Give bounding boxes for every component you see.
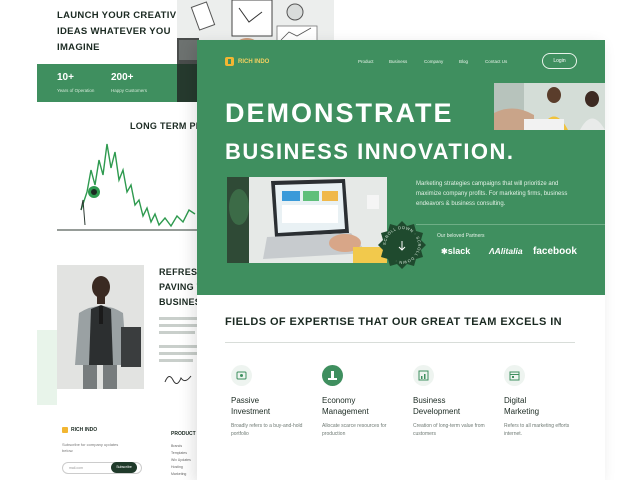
hero-title-line1: DEMONSTRATE	[225, 98, 454, 128]
bank-icon	[322, 365, 343, 386]
team-photo	[494, 83, 605, 130]
brand-name: RICH INDO	[238, 58, 270, 65]
login-button[interactable]: Login	[542, 53, 577, 69]
partners-label: Our beloved Partners	[437, 233, 485, 239]
money-icon	[231, 365, 252, 386]
stat-value: 200+	[111, 72, 134, 83]
section-divider	[225, 342, 575, 343]
slack-icon: ✱	[441, 247, 448, 256]
partner-slack: ✱slack	[441, 246, 470, 256]
expertise-card-passive-investment[interactable]: Passive Investment Broadly refers to a b…	[227, 365, 307, 460]
calendar-icon	[504, 365, 525, 386]
hero-section: RICH INDO Product Business Company Blog …	[197, 40, 605, 295]
card-title: Economy Management	[322, 395, 369, 417]
nav-logo[interactable]: RICH INDO	[225, 57, 269, 66]
para-line	[159, 317, 197, 320]
light-green-block	[37, 330, 57, 410]
footer-link[interactable]: Marketing	[171, 472, 186, 476]
footer-link[interactable]: Hosting	[171, 465, 183, 469]
para-line	[159, 324, 197, 327]
card-title-line: Passive	[231, 396, 260, 405]
para-line	[159, 352, 197, 355]
para-line	[159, 359, 193, 362]
partner-name: slack	[447, 246, 471, 256]
card-title: Passive Investment	[231, 395, 270, 417]
expertise-card-digital-marketing[interactable]: Digital Marketing Refers to all marketin…	[500, 365, 580, 460]
nav-blog[interactable]: Blog	[459, 59, 468, 64]
laptop-photo	[227, 177, 387, 263]
card-title-line: Digital	[504, 396, 527, 405]
fields-title: FIELDS OF EXPERTISE THAT OUR GREAT TEAM …	[225, 316, 562, 328]
expertise-card-economy-management[interactable]: Economy Management Allocate scarce resou…	[318, 365, 398, 460]
card-title-line: Marketing	[504, 407, 540, 416]
nav-company[interactable]: Company	[424, 59, 443, 64]
nav-product[interactable]: Product	[358, 59, 374, 64]
subscribe-button[interactable]: Subscribe	[111, 462, 137, 473]
partner-facebook: facebook	[533, 246, 577, 257]
card-description: Refers to all marketing efforts internet…	[504, 423, 570, 437]
card-title-line: Economy	[322, 396, 356, 405]
team-photo-image	[494, 83, 605, 130]
signature-icon	[164, 375, 192, 384]
stat-value: 10+	[57, 72, 74, 83]
card-title: Digital Marketing	[504, 395, 539, 417]
footer-link[interactable]: Wix Updates	[171, 458, 191, 462]
card-description: Allocate scarce resources for production	[322, 423, 387, 437]
back-hero-title: LAUNCH YOUR CREATIVE IDEAS WHATEVER YOU …	[57, 10, 183, 53]
subscribe-text: Subscribe for company updates below.	[62, 442, 119, 453]
card-title: Business Development	[413, 395, 460, 417]
para-line	[159, 345, 197, 348]
footer-brand: RICH INDO	[71, 427, 98, 433]
logo-mark-icon	[62, 427, 68, 433]
card-description: Creation of long-term value from custome…	[413, 423, 485, 437]
hero-title-line2: BUSINESS INNOVATION.	[225, 139, 515, 164]
long-term-chart	[57, 143, 197, 231]
footer-link[interactable]: Brands	[171, 444, 182, 448]
hero-description: Marketing strategies campaigns that will…	[416, 181, 568, 207]
nav-business[interactable]: Business	[389, 59, 407, 64]
card-title-line: Management	[322, 407, 369, 416]
card-title-line: Investment	[231, 407, 271, 416]
hero-divider	[416, 224, 605, 225]
para-line	[159, 331, 195, 334]
chart-icon	[413, 365, 434, 386]
footer-link[interactable]: Templates	[171, 451, 187, 455]
businessman-photo	[57, 265, 144, 389]
card-description: Broadly refers to a buy-and-hold portfol…	[231, 423, 303, 437]
partner-name: Alitalia	[494, 246, 523, 256]
expertise-card-business-development[interactable]: Business Development Creation of long-te…	[409, 365, 489, 460]
footer-column-title: PRODUCT	[171, 431, 196, 437]
footer-logo: RICH INDO	[62, 427, 97, 433]
card-title-line: Business	[413, 396, 446, 405]
scroll-down-badge[interactable]: SCROLL DOWN · SCROLL DOWN ·	[377, 220, 427, 270]
partner-alitalia: ΛAlitalia	[489, 246, 523, 256]
businessman-image	[57, 265, 144, 389]
logo-mark-icon	[225, 57, 234, 66]
stat-label: Happy Customers	[111, 88, 148, 93]
card-title-line: Development	[413, 407, 461, 416]
stats-band: 10+ Years of Operation 200+ Happy Custom…	[37, 64, 197, 102]
nav-contact-us[interactable]: Contact Us	[485, 59, 507, 64]
laptop-photo-image	[227, 177, 387, 263]
stat-label: Years of Operation	[57, 88, 95, 93]
front-page-preview: RICH INDO Product Business Company Blog …	[197, 40, 605, 480]
